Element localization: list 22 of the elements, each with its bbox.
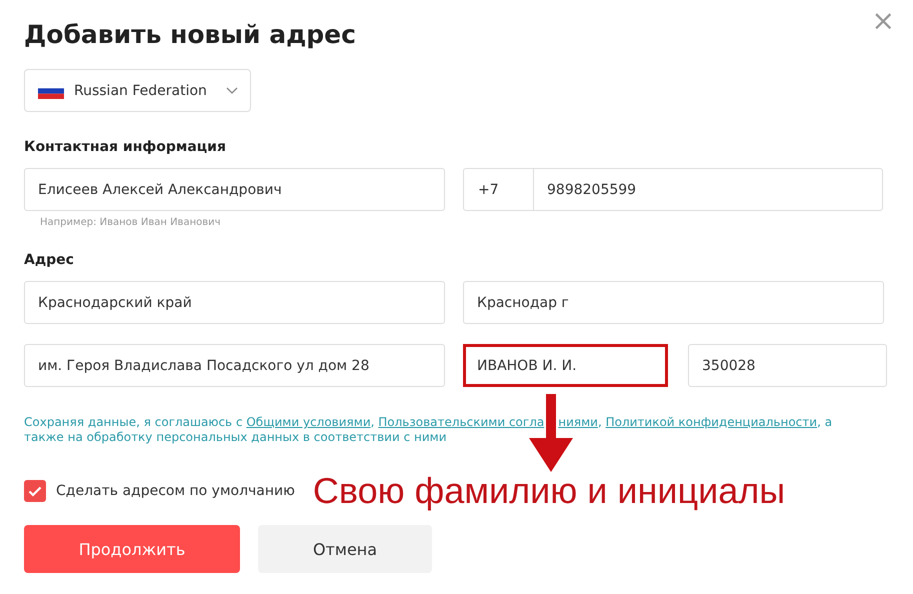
- address-field[interactable]: ИВАНОВ И. И.: [463, 344, 668, 387]
- field-hint: Например: Иванов Иван Иванович: [40, 216, 222, 229]
- dialog-title: Добавить новый адрес: [24, 19, 356, 51]
- phone-prefix: +7: [464, 169, 534, 210]
- name-field[interactable]: Елисеев Алексей Александрович: [24, 168, 445, 211]
- address-field[interactable]: им. Героя Владислава Посадского ул дом 28: [24, 344, 445, 387]
- annotation-text: Свою фамилию и инициалы: [312, 471, 786, 511]
- default-checkbox[interactable]: [24, 480, 46, 502]
- section-heading: Адрес: [24, 251, 75, 269]
- chevron-down-icon: [226, 86, 238, 94]
- cancel-button[interactable]: Отмена: [258, 525, 432, 573]
- phone-input[interactable]: 9898205599: [534, 182, 834, 198]
- section-heading: Контактная информация: [24, 138, 227, 156]
- address-field[interactable]: Краснодар г: [463, 281, 884, 324]
- flag-icon: [38, 82, 64, 98]
- agreement-text: Сохраняя данные, я соглашаюсь с Общими условиями, Пользовательскими согла ниями, Политикой конфиденциальности, а также на обработку персональных данных в соответствии с ними: [24, 415, 834, 445]
- address-field[interactable]: Краснодарский край: [24, 281, 445, 324]
- country-select[interactable]: Russian Federation: [24, 69, 251, 112]
- check-icon: [28, 486, 42, 496]
- address-field[interactable]: 350028: [688, 344, 887, 387]
- phone-field[interactable]: +7 9898205599: [463, 168, 883, 211]
- checkbox-label: Сделать адресом по умолчанию: [56, 483, 295, 499]
